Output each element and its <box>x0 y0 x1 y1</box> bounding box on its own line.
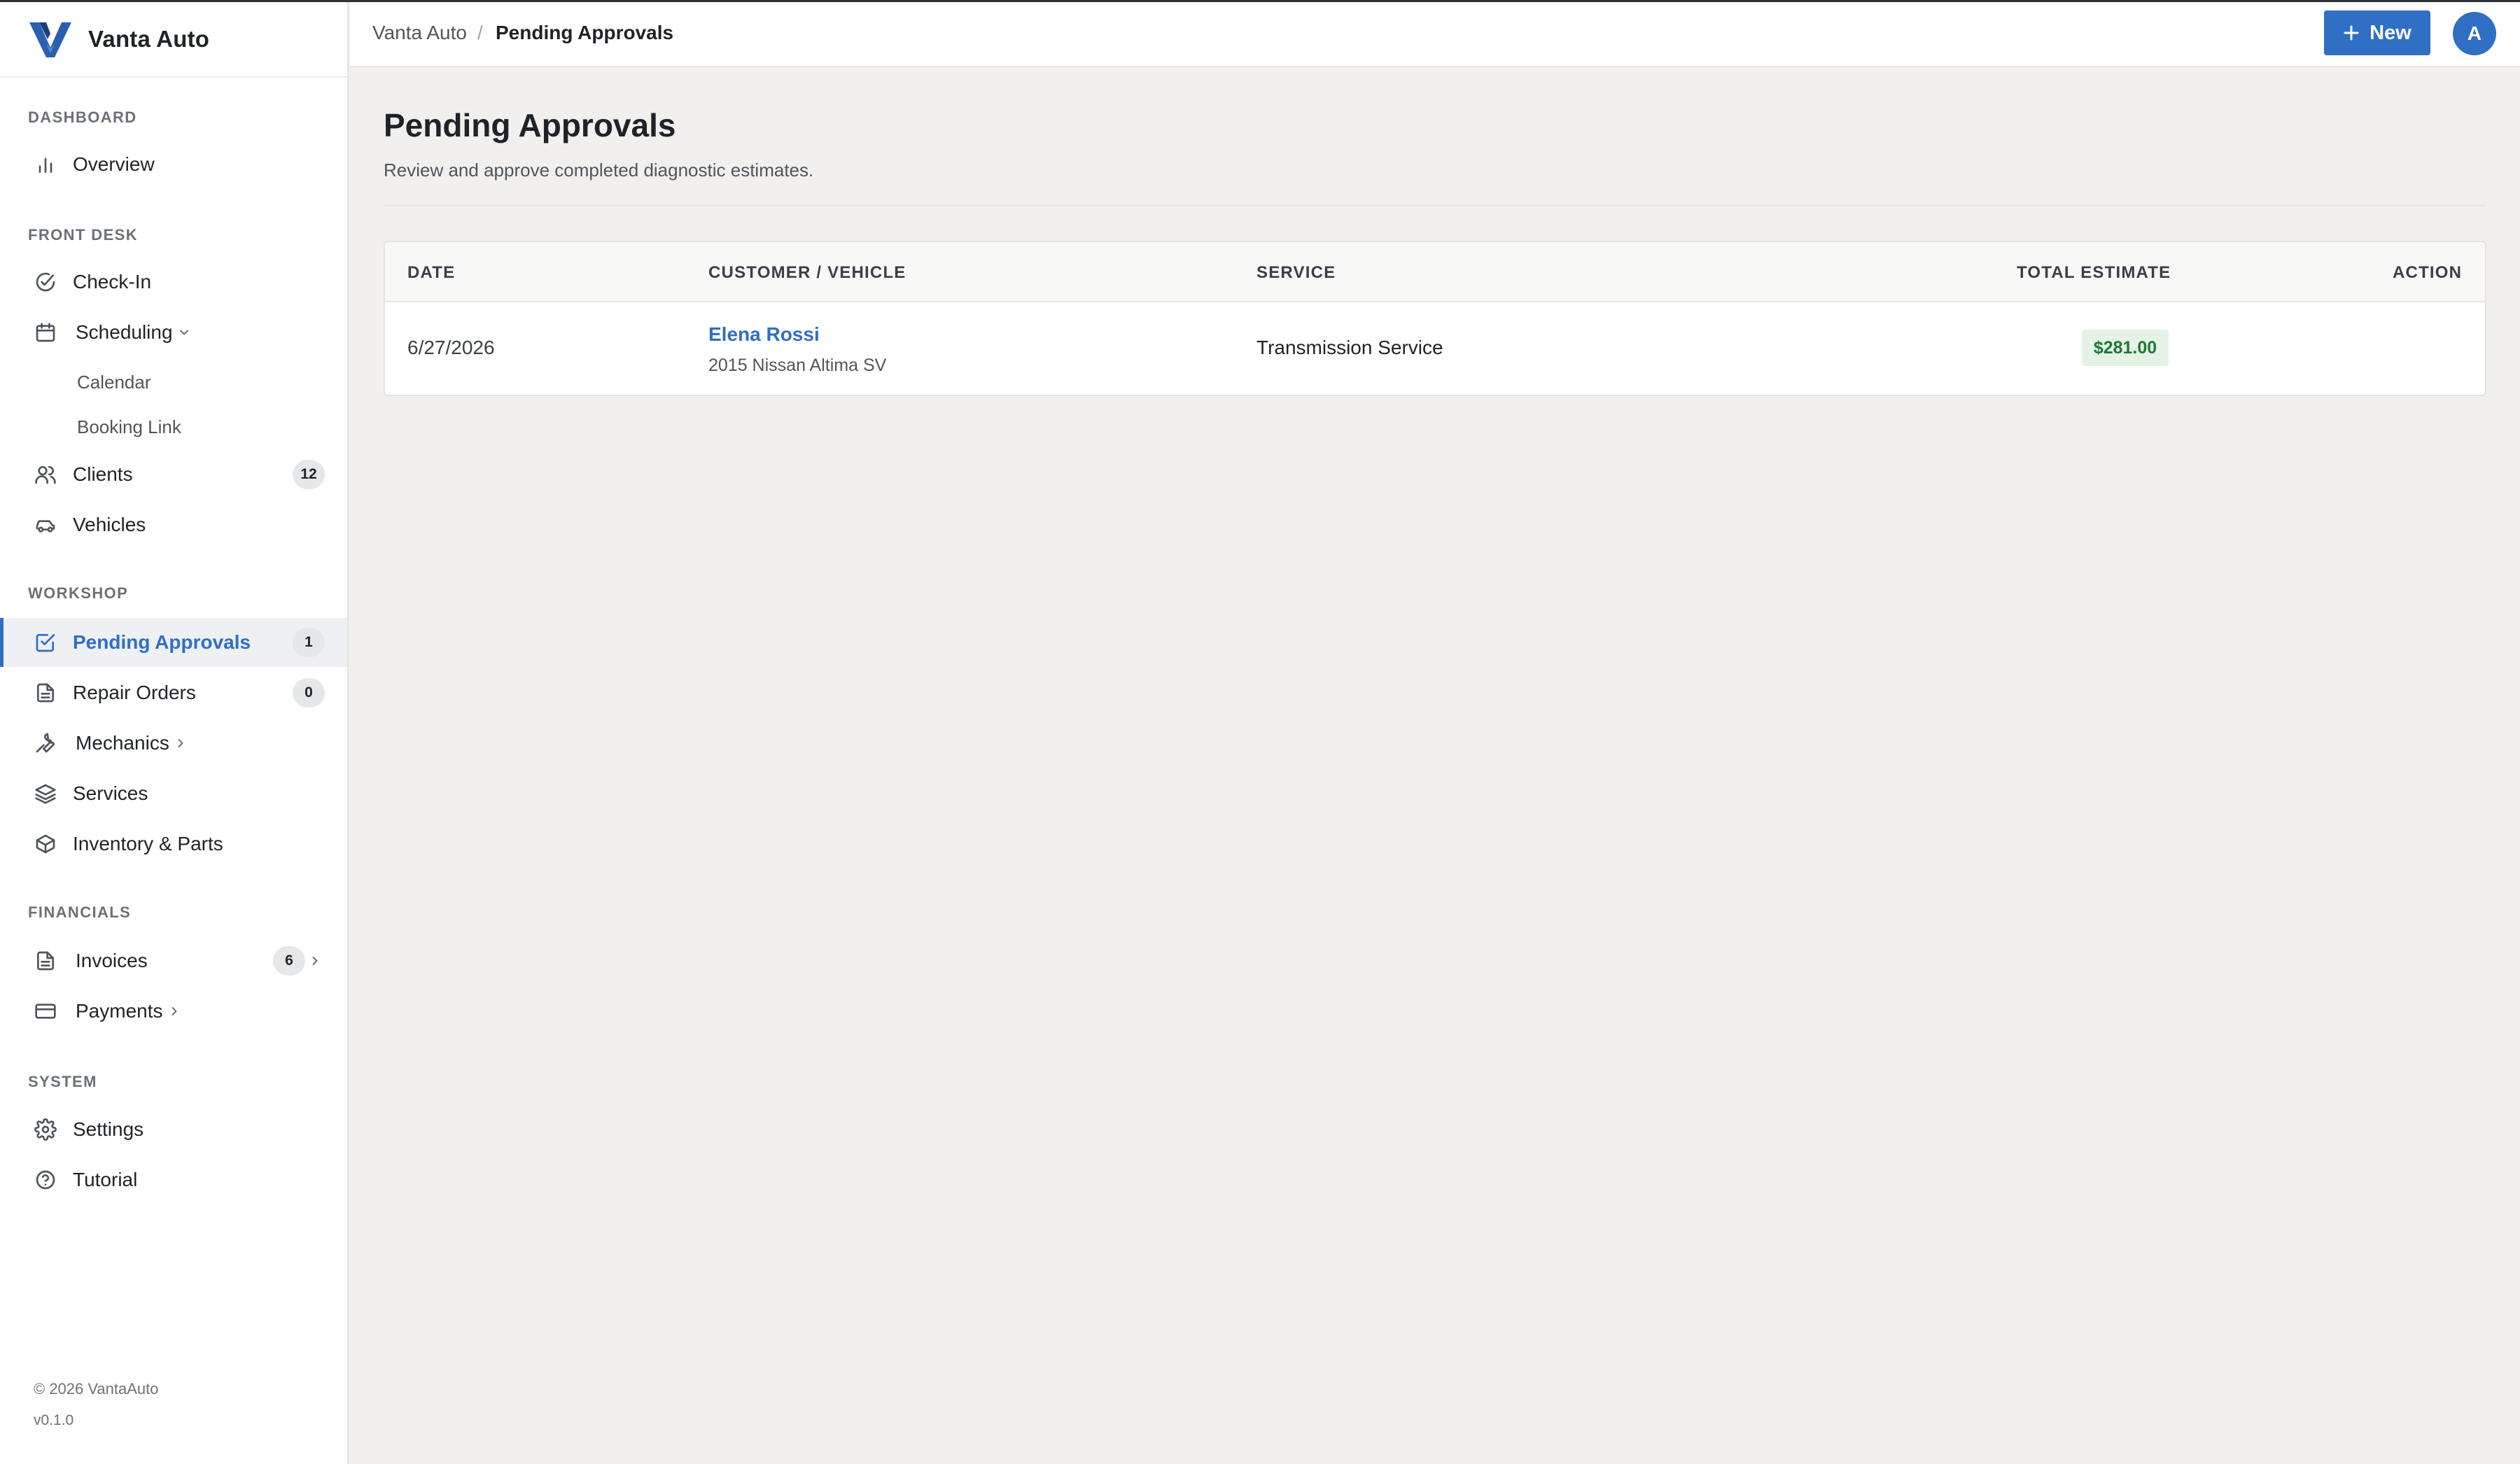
sidebar-item-label: Mechanics <box>76 732 169 754</box>
sidebar-item-inventory[interactable]: Inventory & Parts <box>0 819 347 868</box>
topbar: Vanta Auto / Pending Approvals New A <box>350 2 2520 67</box>
page-title: Pending Approvals <box>384 107 676 143</box>
sidebar-item-label: Pending Approvals <box>73 631 251 653</box>
sidebar-item-pending-approvals[interactable]: Pending Approvals 1 <box>0 618 347 667</box>
sidebar-item-label: Vehicles <box>73 514 146 535</box>
count-badge: 0 <box>293 678 325 708</box>
sidebar-item-overview[interactable]: Overview <box>0 140 347 189</box>
brand-name: Vanta Auto <box>88 26 210 52</box>
sidebar-item-label: Inventory & Parts <box>73 833 223 854</box>
sidebar-item-repair-orders[interactable]: Repair Orders 0 <box>0 668 347 717</box>
check-circle-icon <box>34 270 57 294</box>
new-button[interactable]: New <box>2324 10 2430 55</box>
sidebar-item-label: Clients <box>73 463 133 485</box>
column-header-action: ACTION <box>2393 263 2463 282</box>
table-header: DATE CUSTOMER / VEHICLE SERVICE TOTAL ES… <box>385 242 2485 302</box>
column-header-service[interactable]: SERVICE <box>1256 263 1336 283</box>
credit-card-icon <box>34 999 57 1023</box>
section-label-workshop: WORKSHOP <box>28 584 129 602</box>
total-estimate-badge: $281.00 <box>2082 330 2169 366</box>
section-label-dashboard: DASHBOARD <box>28 108 137 126</box>
sidebar-item-tutorial[interactable]: Tutorial <box>0 1155 347 1204</box>
car-icon <box>34 513 57 537</box>
section-label-financials: FINANCIALS <box>28 903 132 921</box>
divider <box>384 205 2486 206</box>
customer-name-link[interactable]: Elena Rossi <box>708 323 820 346</box>
sidebar-item-label: Invoices <box>76 950 148 971</box>
sidebar-item-settings[interactable]: Settings <box>0 1105 347 1154</box>
sidebar-item-clients[interactable]: Clients 12 <box>0 450 347 499</box>
brand[interactable]: Vanta Auto <box>0 2 347 78</box>
sidebar-item-label: Check-In <box>73 271 152 293</box>
check-square-icon <box>34 631 57 654</box>
wrench-icon <box>34 731 57 755</box>
chevron-right-icon <box>167 1004 183 1019</box>
breadcrumb-separator: / <box>477 22 483 43</box>
sidebar-item-label: Scheduling <box>76 321 173 343</box>
breadcrumb-root[interactable]: Vanta Auto <box>372 22 467 44</box>
sidebar-subitem-booking-link[interactable]: Booking Link <box>77 416 181 438</box>
count-badge: 12 <box>293 460 325 489</box>
help-circle-icon <box>34 1168 57 1192</box>
footer-version: v0.1.0 <box>34 1412 74 1428</box>
sidebar-item-vehicles[interactable]: Vehicles <box>0 500 347 549</box>
sidebar-item-invoices[interactable]: Invoices 6 <box>0 936 347 985</box>
box-icon <box>34 832 57 856</box>
avatar[interactable]: A <box>2453 12 2496 55</box>
count-badge: 6 <box>273 946 305 976</box>
vanta-logo-icon <box>29 22 71 57</box>
bar-chart-icon <box>34 153 57 176</box>
new-button-label: New <box>2370 21 2412 44</box>
sidebar-item-label: Settings <box>73 1118 144 1140</box>
plus-icon <box>2344 25 2359 41</box>
page-subtitle: Review and approve completed diagnostic … <box>384 160 814 181</box>
sidebar-item-check-in[interactable]: Check-In <box>0 258 347 307</box>
users-icon <box>34 463 57 486</box>
gear-icon <box>34 1118 57 1141</box>
chevron-right-icon <box>308 954 322 968</box>
sidebar: Vanta Auto DASHBOARD Overview FRONT DESK… <box>0 2 349 1464</box>
breadcrumb-current: Pending Approvals <box>496 22 674 43</box>
sidebar-item-payments[interactable]: Payments <box>0 987 347 1036</box>
column-header-date[interactable]: DATE <box>407 263 455 283</box>
layers-icon <box>34 782 57 805</box>
column-header-customer[interactable]: CUSTOMER / VEHICLE <box>708 263 906 283</box>
count-badge: 1 <box>293 628 325 657</box>
sidebar-item-label: Payments <box>76 1000 163 1022</box>
sidebar-item-label: Services <box>73 782 148 804</box>
sidebar-item-services[interactable]: Services <box>0 769 347 818</box>
document-icon <box>34 949 57 973</box>
chevron-down-icon <box>177 325 192 340</box>
row-date: 6/27/2026 <box>407 337 495 358</box>
footer-copyright: © 2026 VantaAuto <box>34 1380 159 1398</box>
column-header-total[interactable]: TOTAL ESTIMATE <box>2017 263 2171 283</box>
calendar-icon <box>34 321 57 344</box>
section-label-system: SYSTEM <box>28 1073 97 1090</box>
vehicle-name: 2015 Nissan Altima SV <box>708 356 887 375</box>
sidebar-item-label: Repair Orders <box>73 682 196 703</box>
chevron-right-icon <box>174 735 189 751</box>
document-icon <box>34 681 57 705</box>
sidebar-subitem-calendar[interactable]: Calendar <box>77 372 151 393</box>
sidebar-item-label: Tutorial <box>73 1169 138 1190</box>
sidebar-item-mechanics[interactable]: Mechanics <box>0 719 347 768</box>
sidebar-item-label: Overview <box>73 153 155 175</box>
approvals-table: DATE CUSTOMER / VEHICLE SERVICE TOTAL ES… <box>384 241 2486 396</box>
sidebar-item-scheduling[interactable]: Scheduling <box>0 308 347 357</box>
section-label-front-desk: FRONT DESK <box>28 226 138 244</box>
row-service: Transmission Service <box>1256 337 1443 358</box>
